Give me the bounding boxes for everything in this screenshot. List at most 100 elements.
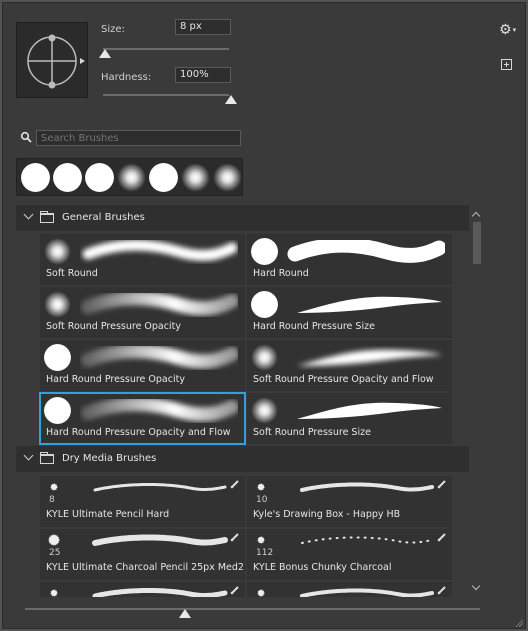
brush-tip-thumbnail — [251, 344, 278, 371]
brush-stroke-preview — [287, 346, 445, 370]
brush-name: KYLE Ultimate Pencil Hard — [46, 509, 170, 520]
brush-stroke-preview — [80, 479, 230, 497]
brush-stroke-preview — [287, 399, 445, 423]
folder-icon — [40, 452, 54, 464]
brush-name: KYLE Bonus Chunky Charcoal — [253, 562, 392, 573]
brush-tip-thumbnail — [50, 589, 58, 597]
brush-preset-item[interactable]: Hard Round — [247, 234, 452, 285]
brush-stroke-preview — [287, 532, 437, 550]
brush-tip-thumbnail — [251, 291, 278, 318]
brush-stroke-preview — [80, 239, 238, 264]
brush-tip-thumbnail — [251, 397, 278, 424]
settings-menu-button[interactable]: ⚙▾ — [499, 23, 516, 39]
brush-tip-thumbnail — [44, 238, 71, 265]
vertical-scrollbar[interactable] — [470, 210, 484, 592]
brush-preset-item[interactable] — [247, 582, 452, 597]
brush-tip-thumbnail — [257, 536, 265, 544]
brush-stroke-preview — [80, 532, 230, 550]
recent-brush-6[interactable] — [181, 163, 210, 192]
hardness-field[interactable]: 100% — [175, 67, 231, 83]
brush-stroke-preview — [287, 237, 447, 264]
brush-tool-icon — [230, 533, 239, 542]
brush-tip-thumbnail — [48, 534, 60, 546]
brush-preset-item[interactable] — [40, 582, 245, 597]
brush-tip-thumbnail — [44, 397, 71, 424]
brush-name: Soft Round — [46, 268, 98, 279]
dropdown-arrow-icon: ▾ — [512, 26, 517, 34]
recent-brush-4[interactable] — [117, 163, 146, 192]
brush-preset-item[interactable]: Soft Round — [40, 234, 245, 285]
brush-group-header[interactable]: Dry Media Brushes — [16, 446, 469, 472]
brush-stroke-preview — [80, 344, 239, 370]
brush-tool-icon — [437, 533, 446, 542]
brush-tool-icon — [437, 480, 446, 489]
brush-group-name: Dry Media Brushes — [62, 453, 157, 464]
recent-brush-1[interactable] — [21, 163, 50, 192]
search-brushes-input[interactable] — [36, 130, 241, 146]
brush-name: Hard Round Pressure Opacity — [46, 374, 185, 385]
brush-stroke-preview — [80, 585, 230, 597]
search-icon — [20, 131, 32, 143]
brush-tip-thumbnail — [257, 483, 265, 491]
brush-preset-item[interactable]: 25 KYLE Ultimate Charcoal Pencil 25px Me… — [40, 529, 245, 580]
brush-angle-preview[interactable] — [16, 22, 88, 98]
recent-brush-3[interactable] — [85, 163, 114, 192]
brush-size: 112 — [256, 548, 274, 558]
recent-brush-5[interactable] — [149, 163, 178, 192]
recent-brush-2[interactable] — [53, 163, 82, 192]
brush-group-header[interactable]: General Brushes — [16, 205, 469, 231]
brush-stroke-preview — [287, 585, 437, 597]
chevron-down-icon[interactable] — [23, 209, 34, 220]
thumbnail-size-slider-thumb[interactable] — [179, 609, 191, 618]
brush-preset-item[interactable]: Soft Round Pressure Opacity — [40, 287, 245, 338]
brush-name: Kyle's Drawing Box - Happy HB — [253, 509, 401, 520]
size-slider-track[interactable] — [103, 48, 229, 50]
scroll-down-icon[interactable] — [471, 581, 481, 591]
brush-preset-item[interactable]: Hard Round Pressure Size — [247, 287, 452, 338]
hardness-slider-thumb[interactable] — [225, 95, 237, 104]
scrollbar-thumb[interactable] — [473, 222, 481, 264]
brush-preset-item[interactable]: Hard Round Pressure Opacity — [40, 340, 245, 391]
brush-tool-icon — [230, 586, 239, 595]
brush-tip-thumbnail — [44, 344, 71, 371]
brush-preset-item[interactable]: Hard Round Pressure Opacity and Flow — [39, 392, 246, 445]
chevron-down-icon[interactable] — [23, 450, 34, 461]
brush-preset-item[interactable]: Soft Round Pressure Size — [247, 393, 452, 444]
brush-tool-icon — [230, 480, 239, 489]
thumbnail-size-slider-track[interactable] — [25, 608, 480, 610]
brush-preset-panel: Size: 8 px Hardness: 100% ⚙▾ General Bru… — [2, 2, 526, 629]
brush-name: Soft Round Pressure Opacity and Flow — [253, 374, 434, 385]
brush-preset-item[interactable]: 112 KYLE Bonus Chunky Charcoal — [247, 529, 452, 580]
resize-grip-icon[interactable] — [514, 618, 524, 628]
size-slider-thumb[interactable] — [99, 49, 111, 58]
brush-preset-item[interactable]: 10 Kyle's Drawing Box - Happy HB — [247, 476, 452, 527]
size-label: Size: — [101, 24, 125, 35]
brush-size: 10 — [256, 495, 268, 505]
brush-angle-widget[interactable] — [17, 23, 89, 99]
brush-tip-thumbnail — [251, 238, 278, 265]
hardness-slider-track[interactable] — [103, 94, 229, 96]
brush-preset-item[interactable]: 8 KYLE Ultimate Pencil Hard — [40, 476, 245, 527]
brush-name: Hard Round Pressure Opacity and Flow — [46, 427, 231, 438]
gear-icon: ⚙ — [499, 22, 512, 38]
new-preset-button[interactable] — [501, 59, 512, 70]
brush-preset-item[interactable]: Soft Round Pressure Opacity and Flow — [247, 340, 452, 391]
brush-name: Soft Round Pressure Size — [253, 427, 371, 438]
brush-tip-thumbnail — [44, 291, 71, 318]
recent-brush-7[interactable] — [213, 163, 242, 192]
brush-name: KYLE Ultimate Charcoal Pencil 25px Med2 — [46, 562, 244, 573]
brush-size: 8 — [49, 495, 55, 505]
brush-group-name: General Brushes — [62, 212, 145, 223]
brush-stroke-preview — [287, 293, 445, 317]
brush-size: 25 — [49, 548, 61, 558]
brush-tip-thumbnail — [50, 483, 58, 491]
recent-brushes-strip — [16, 158, 243, 196]
brush-name: Hard Round Pressure Size — [253, 321, 375, 332]
brush-stroke-preview — [287, 479, 437, 497]
brush-stroke-preview — [80, 397, 239, 423]
brush-name: Soft Round Pressure Opacity — [46, 321, 181, 332]
brush-tip-thumbnail — [257, 589, 265, 597]
brush-name: Hard Round — [253, 268, 309, 279]
scroll-up-icon[interactable] — [471, 211, 481, 221]
size-field[interactable]: 8 px — [175, 19, 231, 35]
